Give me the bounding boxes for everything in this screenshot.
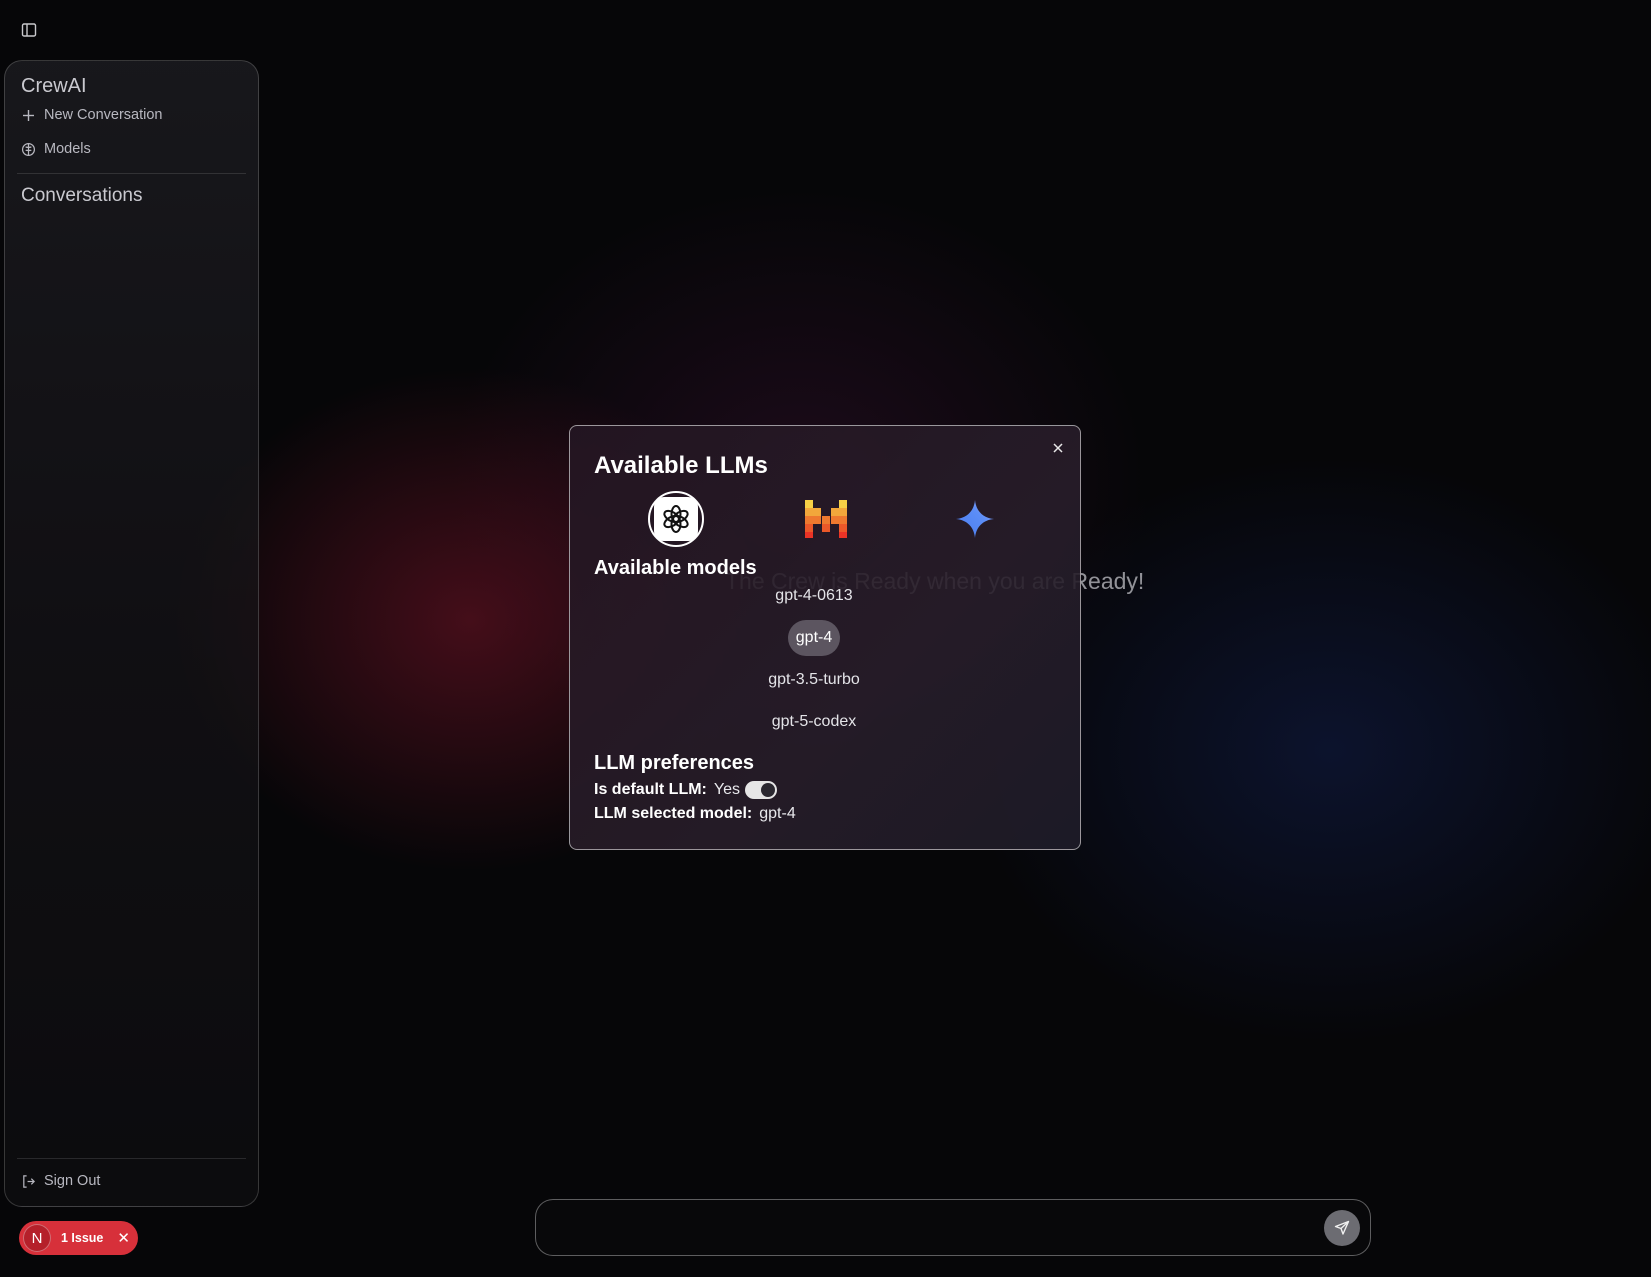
model-option[interactable]: gpt-3.5-turbo	[594, 660, 1034, 700]
model-option-label: gpt-4-0613	[775, 587, 853, 604]
selected-model-value: gpt-4	[759, 805, 796, 822]
default-llm-label: Is default LLM:	[594, 781, 707, 798]
provider-gemini[interactable]	[945, 489, 1005, 549]
sidebar-toggle-icon[interactable]	[21, 22, 39, 38]
brain-icon	[21, 142, 36, 156]
plus-icon	[23, 109, 34, 121]
models-label: Models	[44, 141, 91, 157]
model-option-label: gpt-3.5-turbo	[768, 671, 860, 688]
sidebar-divider	[17, 173, 246, 174]
chat-input[interactable]	[554, 1212, 1318, 1246]
provider-mistral[interactable]	[796, 489, 856, 549]
sidebar-divider-bottom	[17, 1158, 246, 1159]
default-llm-value: Yes	[713, 781, 740, 798]
send-icon	[1334, 1220, 1350, 1235]
avatar: N	[23, 1224, 51, 1252]
gemini-logo-icon	[956, 500, 994, 538]
selected-model-label: LLM selected model:	[594, 805, 753, 822]
available-models-heading: Available models	[594, 557, 757, 579]
model-option-label: gpt-4	[787, 620, 841, 656]
chat-input-container	[535, 1199, 1371, 1256]
provider-openai[interactable]	[646, 489, 706, 549]
model-option-label: gpt-5-codex	[771, 713, 857, 730]
llm-preferences-heading: LLM preferences	[594, 752, 755, 774]
openai-logo-icon	[654, 497, 698, 541]
close-icon[interactable]: ✕	[117, 1231, 130, 1246]
send-button[interactable]	[1324, 1210, 1360, 1246]
sign-out-label: Sign Out	[44, 1173, 101, 1189]
model-option-selected[interactable]: gpt-4	[594, 618, 1034, 658]
new-conversation-button[interactable]: New Conversation	[21, 107, 162, 123]
sidebar: CrewAI New Conversation Models Conversat…	[4, 60, 259, 1207]
conversations-heading: Conversations	[21, 185, 143, 206]
default-llm-row: Is default LLM: Yes	[594, 781, 777, 799]
model-option[interactable]: gpt-4-0613	[594, 586, 1034, 616]
issue-badge[interactable]: N 1 Issue ✕	[19, 1221, 138, 1255]
issue-count-label: 1 Issue	[61, 1231, 104, 1245]
models-button[interactable]: Models	[21, 141, 91, 157]
modal-title: Available LLMs	[594, 452, 768, 479]
model-option[interactable]: gpt-5-codex	[594, 702, 1034, 742]
sign-out-button[interactable]: Sign Out	[21, 1173, 100, 1189]
toggle-knob	[761, 783, 775, 797]
model-list[interactable]: gpt-4-0613 gpt-4 gpt-3.5-turbo gpt-5-cod…	[594, 586, 1064, 746]
new-conversation-label: New Conversation	[44, 107, 163, 123]
default-llm-toggle[interactable]	[745, 781, 777, 799]
modal-close-icon[interactable]	[1050, 440, 1066, 456]
app-title: CrewAI	[21, 75, 87, 97]
sign-out-icon	[23, 1174, 35, 1188]
selected-model-row: LLM selected model: gpt-4	[594, 805, 796, 823]
mistral-logo-icon	[805, 500, 847, 538]
llm-modal: Available LLMs Available models gpt-4-06…	[569, 425, 1081, 850]
